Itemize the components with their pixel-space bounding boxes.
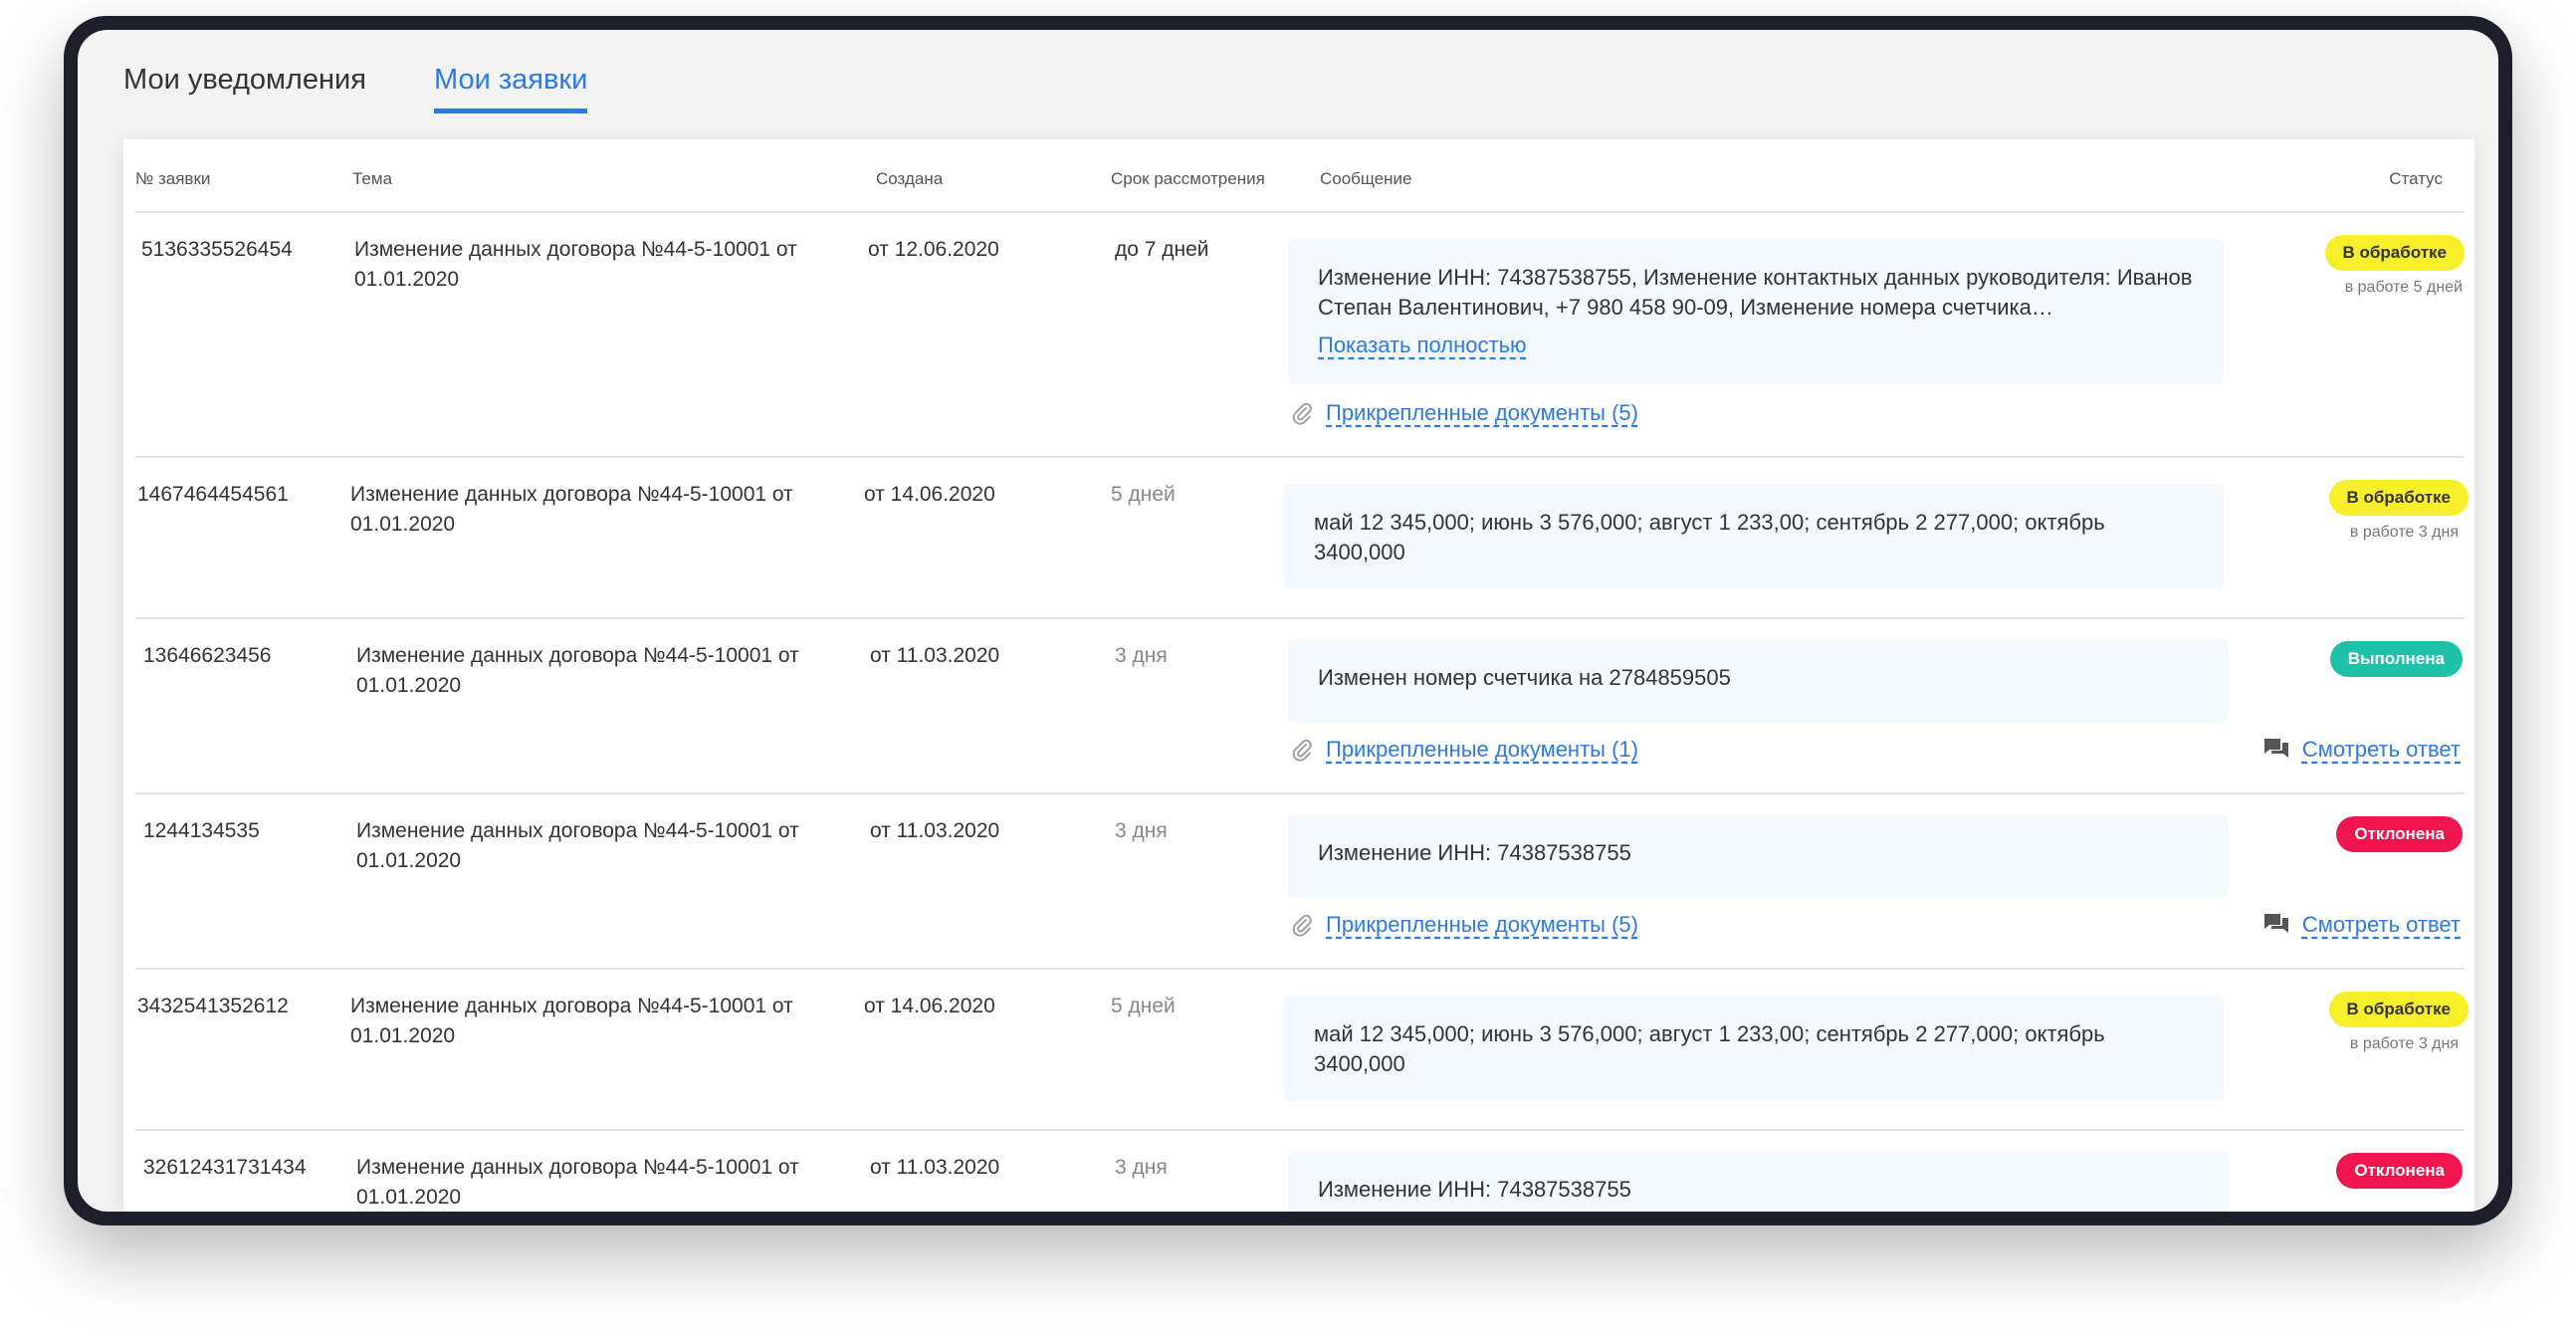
paperclip-icon — [1292, 739, 1312, 762]
request-theme: Изменение данных договора №44-5-10001 от… — [350, 995, 793, 1047]
tab-my-notifications[interactable]: Мои уведомления — [123, 64, 366, 109]
request-created: от 11.03.2020 — [870, 644, 1000, 667]
table-row[interactable]: 1244134535 Изменение данных договора №44… — [123, 792, 2474, 968]
header-id: № заявки — [135, 169, 211, 188]
status-badge: Отклонена — [2336, 1153, 2463, 1189]
request-term: 3 дня — [1115, 1156, 1168, 1179]
view-answer-link[interactable]: Смотреть ответ — [2262, 737, 2461, 763]
request-term: 3 дня — [1115, 644, 1168, 667]
message-box: Изменение ИНН: 74387538755, Изменение ко… — [1288, 239, 2224, 384]
request-created: от 14.06.2020 — [864, 483, 995, 506]
request-theme: Изменение данных договора №44-5-10001 от… — [356, 644, 799, 697]
status-badge: Отклонена — [2336, 816, 2463, 852]
view-answer-label: Смотреть ответ — [2301, 737, 2461, 762]
request-term: 3 дня — [1115, 819, 1168, 842]
request-created: от 11.03.2020 — [870, 1156, 1000, 1179]
status-badge: В обработке — [2328, 992, 2469, 1027]
header-status: Статус — [2389, 169, 2443, 188]
table-row[interactable]: 32612431731434 Изменение данных договора… — [123, 1129, 2474, 1212]
paperclip-icon — [1292, 914, 1312, 937]
header-created: Создана — [876, 169, 944, 188]
tab-my-requests[interactable]: Мои заявки — [434, 64, 588, 113]
table-header: № заявки Тема Создана Срок рассмотрения … — [123, 139, 2474, 211]
attached-docs-label: Прикрепленные документы (5) — [1326, 912, 1638, 937]
request-theme: Изменение данных договора №44-5-10001 от… — [354, 238, 797, 291]
attached-docs-label: Прикрепленные документы (1) — [1326, 737, 1638, 762]
request-id: 1467464454561 — [137, 483, 289, 506]
request-theme: Изменение данных договора №44-5-10001 от… — [356, 1156, 799, 1209]
request-id: 1244134535 — [143, 819, 260, 842]
request-term: 5 дней — [1111, 995, 1176, 1017]
request-theme: Изменение данных договора №44-5-10001 от… — [356, 819, 799, 872]
attached-docs-link[interactable]: Прикрепленные документы (1) — [1290, 737, 1638, 763]
message-box: май 12 345,000; июнь 3 576,000; август 1… — [1284, 996, 2224, 1101]
chat-icon — [2263, 739, 2288, 758]
message-box: Изменение ИНН: 74387538755 — [1288, 1151, 2228, 1212]
show-more-link[interactable]: Показать полностью — [1318, 331, 1527, 360]
status-note: в работе 3 дня — [2349, 1035, 2459, 1052]
request-id: 32612431731434 — [143, 1156, 307, 1179]
request-created: от 11.03.2020 — [870, 819, 1000, 842]
status-note: в работе 5 дней — [2344, 279, 2463, 296]
view-answer-label: Смотреть ответ — [2301, 912, 2461, 937]
tab-bar: Мои уведомления Мои заявки — [78, 30, 2498, 121]
request-theme: Изменение данных договора №44-5-10001 от… — [350, 483, 793, 536]
chat-icon — [2263, 914, 2288, 933]
status-badge: Выполнена — [2329, 641, 2463, 677]
status-note: в работе 3 дня — [2349, 524, 2459, 541]
message-box: Изменение ИНН: 74387538755 — [1288, 814, 2228, 898]
request-id: 13646623456 — [143, 644, 272, 667]
device-frame: Мои уведомления Мои заявки № заявки Тема… — [64, 16, 2512, 1226]
message-text: май 12 345,000; июнь 3 576,000; август 1… — [1314, 510, 2105, 564]
attached-docs-link[interactable]: Прикрепленные документы (5) — [1290, 912, 1638, 938]
request-id: 5136335526454 — [141, 238, 293, 261]
table-row[interactable]: 3432541352612 Изменение данных договора … — [123, 968, 2474, 1129]
message-text: Изменен номер счетчика на 2784859505 — [1318, 665, 1731, 690]
header-term: Срок рассмотрения — [1111, 169, 1265, 188]
status-badge: В обработке — [2328, 480, 2469, 516]
requests-table: № заявки Тема Создана Срок рассмотрения … — [123, 139, 2474, 1212]
message-box: май 12 345,000; июнь 3 576,000; август 1… — [1284, 484, 2224, 589]
status-badge: В обработке — [2324, 235, 2465, 271]
attached-docs-link[interactable]: Прикрепленные документы (5) — [1290, 400, 1638, 426]
message-text: май 12 345,000; июнь 3 576,000; август 1… — [1314, 1021, 2105, 1076]
request-created: от 12.06.2020 — [868, 238, 999, 261]
message-box: Изменен номер счетчика на 2784859505 — [1288, 639, 2228, 723]
header-theme: Тема — [352, 169, 393, 188]
request-term: 5 дней — [1111, 483, 1176, 506]
message-text: Изменение ИНН: 74387538755 — [1318, 840, 1631, 865]
request-term: до 7 дней — [1115, 238, 1209, 261]
attached-docs-label: Прикрепленные документы (5) — [1326, 400, 1638, 425]
view-answer-link[interactable]: Смотреть ответ — [2262, 912, 2461, 938]
paperclip-icon — [1292, 402, 1312, 425]
app-screen: Мои уведомления Мои заявки № заявки Тема… — [78, 30, 2498, 1212]
message-text: Изменение ИНН: 74387538755, Изменение ко… — [1318, 265, 2193, 320]
header-message: Сообщение — [1320, 169, 1412, 188]
message-text: Изменение ИНН: 74387538755 — [1318, 1177, 1631, 1202]
table-row[interactable]: 1467464454561 Изменение данных договора … — [123, 456, 2474, 617]
table-row[interactable]: 13646623456 Изменение данных договора №4… — [123, 617, 2474, 792]
request-id: 3432541352612 — [137, 995, 289, 1017]
table-row[interactable]: 5136335526454 Изменение данных договора … — [123, 211, 2474, 456]
request-created: от 14.06.2020 — [864, 995, 995, 1017]
